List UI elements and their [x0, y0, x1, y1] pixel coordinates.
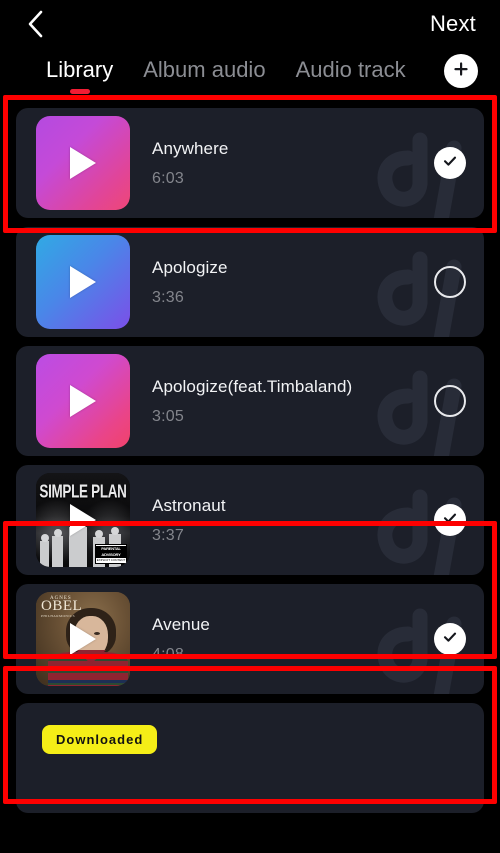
album-art-artist-main: OBEL: [41, 598, 83, 614]
tab-list: Library Album audio Audio track: [46, 57, 444, 94]
advisory-line-3: EXPLICIT CONTENT: [96, 557, 126, 562]
tab-audio-track[interactable]: Audio track: [296, 57, 406, 85]
tab-bar: Library Album audio Audio track: [0, 48, 500, 94]
track-thumbnail-album-art: AGNES OBEL PHILHARMONICS: [36, 592, 130, 686]
track-meta: Astronaut 3:37: [152, 495, 434, 545]
play-icon: [70, 147, 96, 179]
track-select-checkbox-unchecked[interactable]: [434, 266, 466, 298]
track-select-checkbox-checked[interactable]: [434, 147, 466, 179]
top-bar: Next: [0, 0, 500, 48]
tab-library-label: Library: [46, 57, 114, 82]
chevron-left-icon: [26, 8, 46, 40]
track-thumbnail: [36, 235, 130, 329]
track-meta: Apologize(feat.Timbaland) 3:05: [152, 376, 434, 426]
track-title: Avenue: [152, 614, 210, 634]
track-row-partial[interactable]: Downloaded: [16, 703, 484, 813]
next-button[interactable]: Next: [428, 9, 478, 39]
downloaded-badge: Downloaded: [42, 725, 158, 754]
check-icon: [441, 509, 459, 532]
track-row[interactable]: SIMPLE PLAN PARENTAL ADVISORY EXPLICIT C…: [16, 465, 484, 575]
track-duration: 3:37: [152, 527, 184, 545]
album-art-artist-text: AGNES OBEL PHILHARMONICS: [41, 596, 82, 619]
tab-active-indicator: [69, 89, 90, 94]
track-title: Anywhere: [152, 138, 229, 158]
track-row[interactable]: AGNES OBEL PHILHARMONICS Avenue 4:08: [16, 584, 484, 694]
check-icon: [441, 628, 459, 651]
music-picker-screen: Next Library Album audio Audio track Any…: [0, 0, 500, 853]
track-thumbnail-album-art: SIMPLE PLAN PARENTAL ADVISORY EXPLICIT C…: [36, 473, 130, 567]
album-art-album-name: PHILHARMONICS: [41, 614, 75, 618]
track-title: Apologize(feat.Timbaland): [152, 376, 353, 396]
track-duration: 3:36: [152, 289, 184, 307]
album-art-band-name: SIMPLE PLAN: [39, 480, 127, 502]
play-icon: [70, 504, 96, 536]
tab-audio-track-label: Audio track: [295, 57, 406, 82]
tab-library[interactable]: Library: [46, 57, 114, 94]
add-audio-button[interactable]: [444, 54, 478, 88]
track-row[interactable]: Apologize(feat.Timbaland) 3:05: [16, 346, 484, 456]
back-button[interactable]: [22, 7, 50, 41]
track-row[interactable]: Anywhere 6:03: [16, 108, 484, 218]
track-meta: Anywhere 6:03: [152, 138, 434, 188]
plus-icon: [451, 59, 471, 84]
track-duration: 3:05: [152, 408, 184, 426]
track-title: Astronaut: [152, 495, 226, 515]
track-select-checkbox-unchecked[interactable]: [434, 385, 466, 417]
parental-advisory-icon: PARENTAL ADVISORY EXPLICIT CONTENT: [95, 544, 127, 564]
track-duration: 4:08: [152, 646, 184, 664]
track-thumbnail: [36, 116, 130, 210]
track-select-checkbox-checked[interactable]: [434, 623, 466, 655]
track-title: Apologize: [152, 257, 228, 277]
track-meta: Apologize 3:36: [152, 257, 434, 307]
play-icon: [70, 266, 96, 298]
tab-album-audio[interactable]: Album audio: [143, 57, 265, 85]
play-icon: [70, 623, 96, 655]
track-thumbnail: [36, 354, 130, 448]
play-icon: [70, 385, 96, 417]
track-select-checkbox-checked[interactable]: [434, 504, 466, 536]
tab-album-audio-label: Album audio: [143, 57, 266, 82]
track-duration: 6:03: [152, 170, 184, 188]
check-icon: [441, 152, 459, 175]
track-meta: Avenue 4:08: [152, 614, 434, 664]
track-list: Anywhere 6:03 Apologize 3:36 Apologize(f…: [0, 108, 500, 813]
track-row[interactable]: Apologize 3:36: [16, 227, 484, 337]
